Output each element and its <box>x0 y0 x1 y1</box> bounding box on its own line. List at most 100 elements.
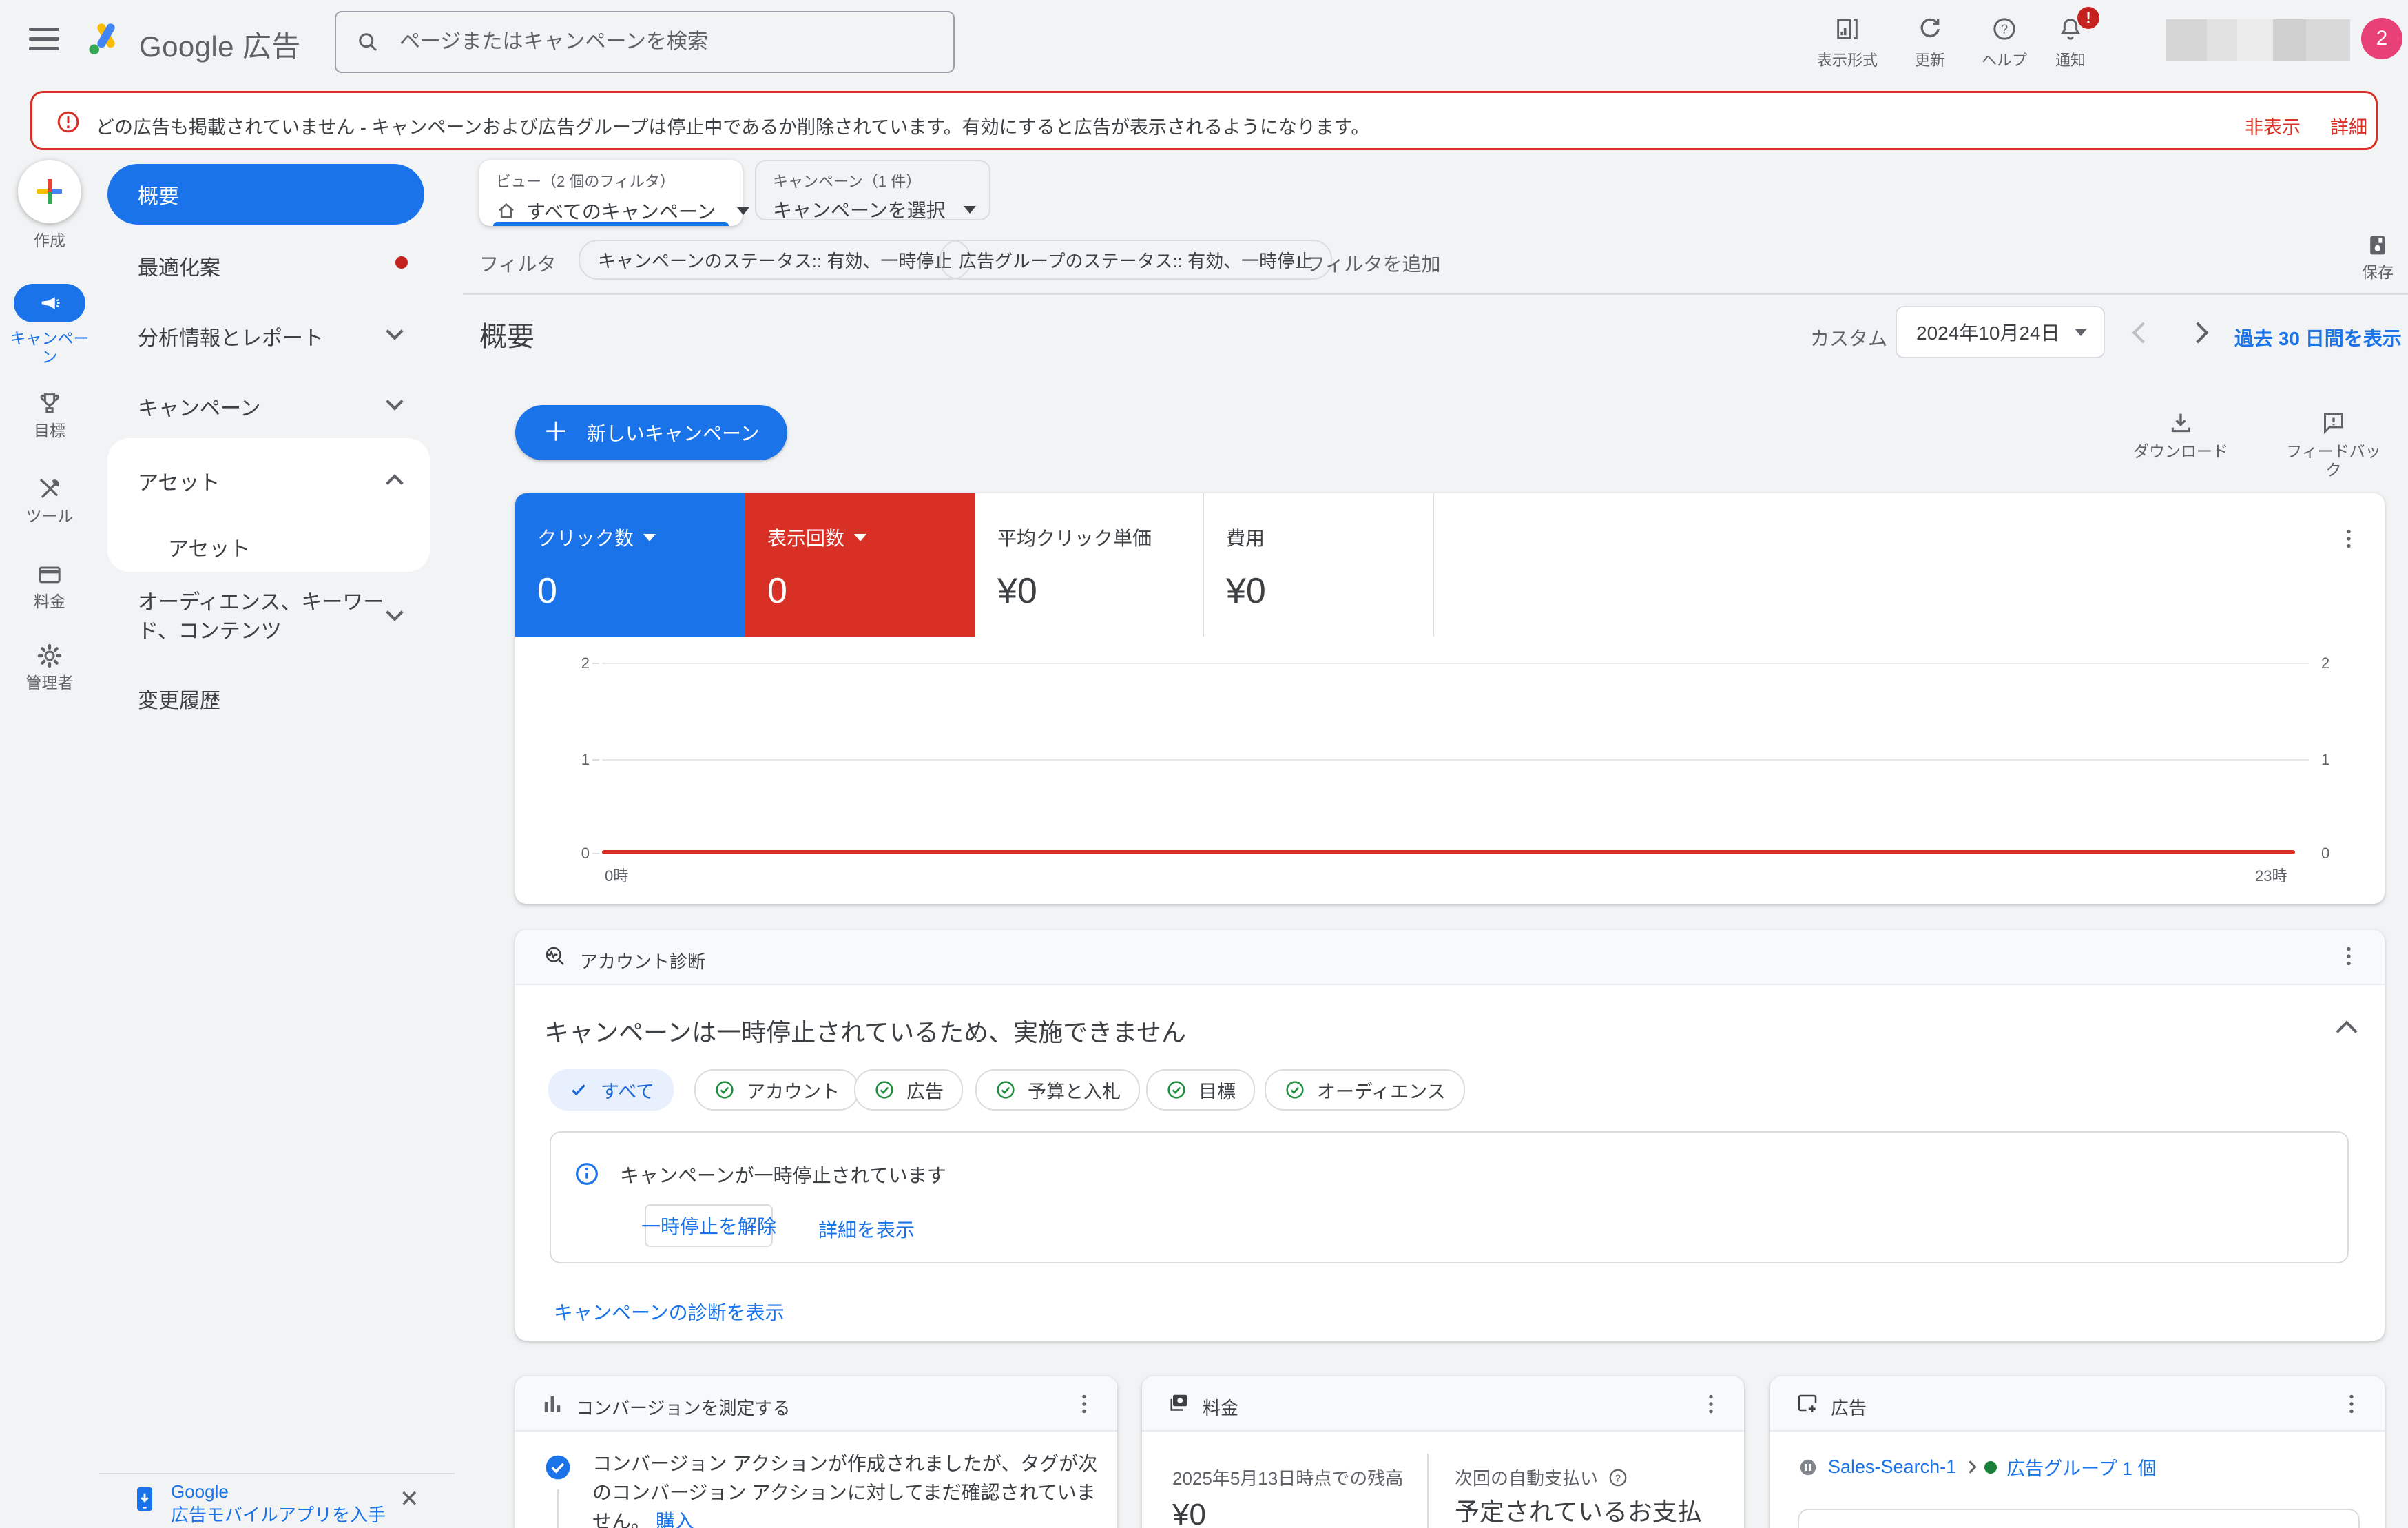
plus-icon: ＋ <box>543 420 569 446</box>
svg-text:?: ? <box>2001 21 2008 36</box>
view-filter-dropdown[interactable]: ビュー（2 個のフィルタ） すべてのキャンペーン <box>479 160 743 226</box>
timeline-connector <box>557 1489 559 1528</box>
metric-tile-cost[interactable]: 費用 ¥0 <box>1204 493 1434 637</box>
appearance-button[interactable]: 表示形式 <box>1805 15 1890 70</box>
promo-close-icon[interactable]: ✕ <box>399 1485 419 1513</box>
resume-button[interactable]: 一時停止を解除 <box>645 1204 773 1247</box>
diagnosis-chip-audience[interactable]: オーディエンス <box>1265 1069 1465 1111</box>
sidenav-item-campaigns[interactable]: キャンペーン <box>138 391 261 422</box>
product-title: Google 広告 <box>139 23 301 65</box>
ads-icon <box>1795 1392 1820 1416</box>
billing-card-icon <box>36 561 63 588</box>
diagnosis-chip-goals[interactable]: 目標 <box>1146 1069 1255 1111</box>
feedback-icon[interactable] <box>2320 409 2347 437</box>
metric-value-impressions: 0 <box>767 570 975 612</box>
check-circle-filled-icon <box>543 1452 573 1483</box>
billing-card: 料金 2025年5月13日時点での残高 ¥0 次回の自動支払い ? 予定されてい… <box>1142 1376 1744 1528</box>
next-payment-text: 予定されているお支払いはありません <box>1455 1495 1725 1528</box>
collapse-icon[interactable] <box>2336 1020 2357 1042</box>
conversion-more-menu-icon[interactable] <box>1072 1392 1097 1416</box>
rail-label-campaigns: キャンペーン <box>8 329 91 366</box>
save-icon[interactable] <box>2364 231 2391 259</box>
filter-chip-campaign-status[interactable]: キャンペーンのステータス:: 有効、一時停止 <box>579 240 971 280</box>
date-picker[interactable]: 2024年10月24日 <box>1896 306 2105 358</box>
alert-error-icon <box>56 110 81 134</box>
sidenav-item-recommendations[interactable]: 最適化案 <box>138 251 220 281</box>
search-box[interactable] <box>335 11 955 73</box>
alert-hide-link[interactable]: 非表示 <box>2245 112 2301 139</box>
diagnosis-chip-budget[interactable]: 予算と入札 <box>975 1069 1140 1111</box>
issue-box: キャンペーンが一時停止されています 一時停止を解除 詳細を表示 <box>550 1131 2349 1263</box>
alert-details-link[interactable]: 詳細 <box>2330 112 2367 139</box>
ad-breadcrumb: Sales-Search-1 広告グループ 1 個 <box>1798 1454 2157 1480</box>
search-input[interactable] <box>397 29 898 55</box>
rail-item-billing[interactable] <box>36 561 63 588</box>
chevron-down-icon[interactable] <box>386 322 403 340</box>
campaign-filter-dropdown[interactable]: キャンペーン（1 件） キャンペーンを選択 <box>755 160 990 220</box>
alert-message: どの広告も掲載されていません - キャンペーンおよび広告グループは停止中であるか… <box>96 112 1369 139</box>
check-circle-icon <box>873 1079 895 1101</box>
sidenav-item-assets-child[interactable]: アセット <box>168 532 250 562</box>
x-tick-last: 23時 <box>2255 864 2287 886</box>
adgroup-link[interactable]: 広告グループ 1 個 <box>2006 1454 2156 1480</box>
rail-item-campaigns[interactable] <box>14 284 85 322</box>
diagnosis-more-menu-icon[interactable] <box>2336 944 2361 969</box>
billing-more-menu-icon[interactable] <box>1699 1392 1723 1416</box>
check-circle-icon <box>1284 1079 1306 1101</box>
rail-item-goals[interactable] <box>36 390 63 417</box>
metric-value-avg-cpc: ¥0 <box>997 570 1203 612</box>
sidenav-item-change-history[interactable]: 変更履歴 <box>138 683 220 714</box>
metric-value-clicks: 0 <box>537 570 745 612</box>
page-title: 概要 <box>479 314 534 354</box>
diagnosis-chip-account[interactable]: アカウント <box>694 1069 859 1111</box>
date-prev-icon[interactable] <box>2132 322 2153 343</box>
alert-banner: どの広告も掲載されていません - キャンペーンおよび広告グループは停止中であるか… <box>30 91 2378 150</box>
sidenav-item-insights[interactable]: 分析情報とレポート <box>138 321 324 351</box>
sidenav-item-assets[interactable]: アセット <box>138 466 220 496</box>
show-last-30-days-link[interactable]: 過去 30 日間を表示 <box>2234 324 2402 351</box>
sidenav-item-overview[interactable]: 概要 <box>107 164 424 225</box>
billing-icon <box>1167 1390 1192 1415</box>
sidenav-assets-group <box>107 438 430 572</box>
ads-more-menu-icon[interactable] <box>2339 1392 2364 1416</box>
rail-item-tools[interactable] <box>36 475 63 503</box>
add-filter-link[interactable]: フィルタを追加 <box>1306 249 1440 277</box>
metric-tile-avg-cpc[interactable]: 平均クリック単価 ¥0 <box>975 493 1204 637</box>
impressions-series-line <box>602 850 2295 854</box>
help-circle-icon[interactable]: ? <box>1608 1467 1628 1488</box>
paused-icon <box>1798 1457 1818 1478</box>
refresh-button[interactable]: 更新 <box>1887 15 1973 70</box>
create-button[interactable] <box>18 160 81 223</box>
purchase-link[interactable]: 購入 <box>656 1511 694 1528</box>
ad-preview[interactable]: ペコリスへようこそ | PPC広告のことなら | 縛りなしの簡単契約 広告 <box>1798 1509 2360 1528</box>
rail-item-admin[interactable] <box>36 642 63 670</box>
date-next-icon[interactable] <box>2187 322 2208 343</box>
column-divider <box>1427 1454 1429 1528</box>
rail-label-admin: 管理者 <box>0 674 99 692</box>
filter-chip-adgroup-status[interactable]: 広告グループのステータス:: 有効、一時停止 <box>940 240 1332 280</box>
metric-value-cost: ¥0 <box>1226 570 1433 612</box>
diagnosis-chip-ads[interactable]: 広告 <box>854 1069 963 1111</box>
download-icon[interactable] <box>2167 409 2194 437</box>
next-payment-label: 次回の自動支払い ? <box>1455 1465 1628 1490</box>
chevron-down-icon[interactable] <box>386 603 403 621</box>
info-icon <box>573 1160 601 1188</box>
metric-tile-impressions[interactable]: 表示回数 0 <box>745 493 975 637</box>
recommendations-alert-dot <box>395 256 408 269</box>
mobile-app-promo-link[interactable]: Google 広告モバイルアプリを入手 <box>171 1480 386 1527</box>
bar-chart-icon <box>540 1392 565 1416</box>
chart-more-menu-icon[interactable] <box>2336 526 2361 551</box>
campaign-link[interactable]: Sales-Search-1 <box>1828 1456 1956 1478</box>
trophy-icon <box>36 390 63 417</box>
show-details-link[interactable]: 詳細を表示 <box>818 1215 915 1243</box>
avatar[interactable]: 2 <box>2361 18 2402 59</box>
campaign-diagnosis-link[interactable]: キャンペーンの診断を表示 <box>554 1298 785 1325</box>
menu-icon[interactable] <box>29 28 59 56</box>
metric-tile-clicks[interactable]: クリック数 0 <box>515 493 745 637</box>
create-label: 作成 <box>0 231 99 250</box>
sidenav-item-audiences[interactable]: オーディエンス、キーワード、コンテンツ <box>138 588 386 646</box>
new-campaign-button[interactable]: ＋ 新しいキャンペーン <box>515 405 787 460</box>
notifications-button[interactable]: 通知 <box>2028 15 2113 70</box>
chevron-down-icon[interactable] <box>386 393 403 410</box>
diagnosis-chip-all[interactable]: すべて <box>548 1069 674 1111</box>
